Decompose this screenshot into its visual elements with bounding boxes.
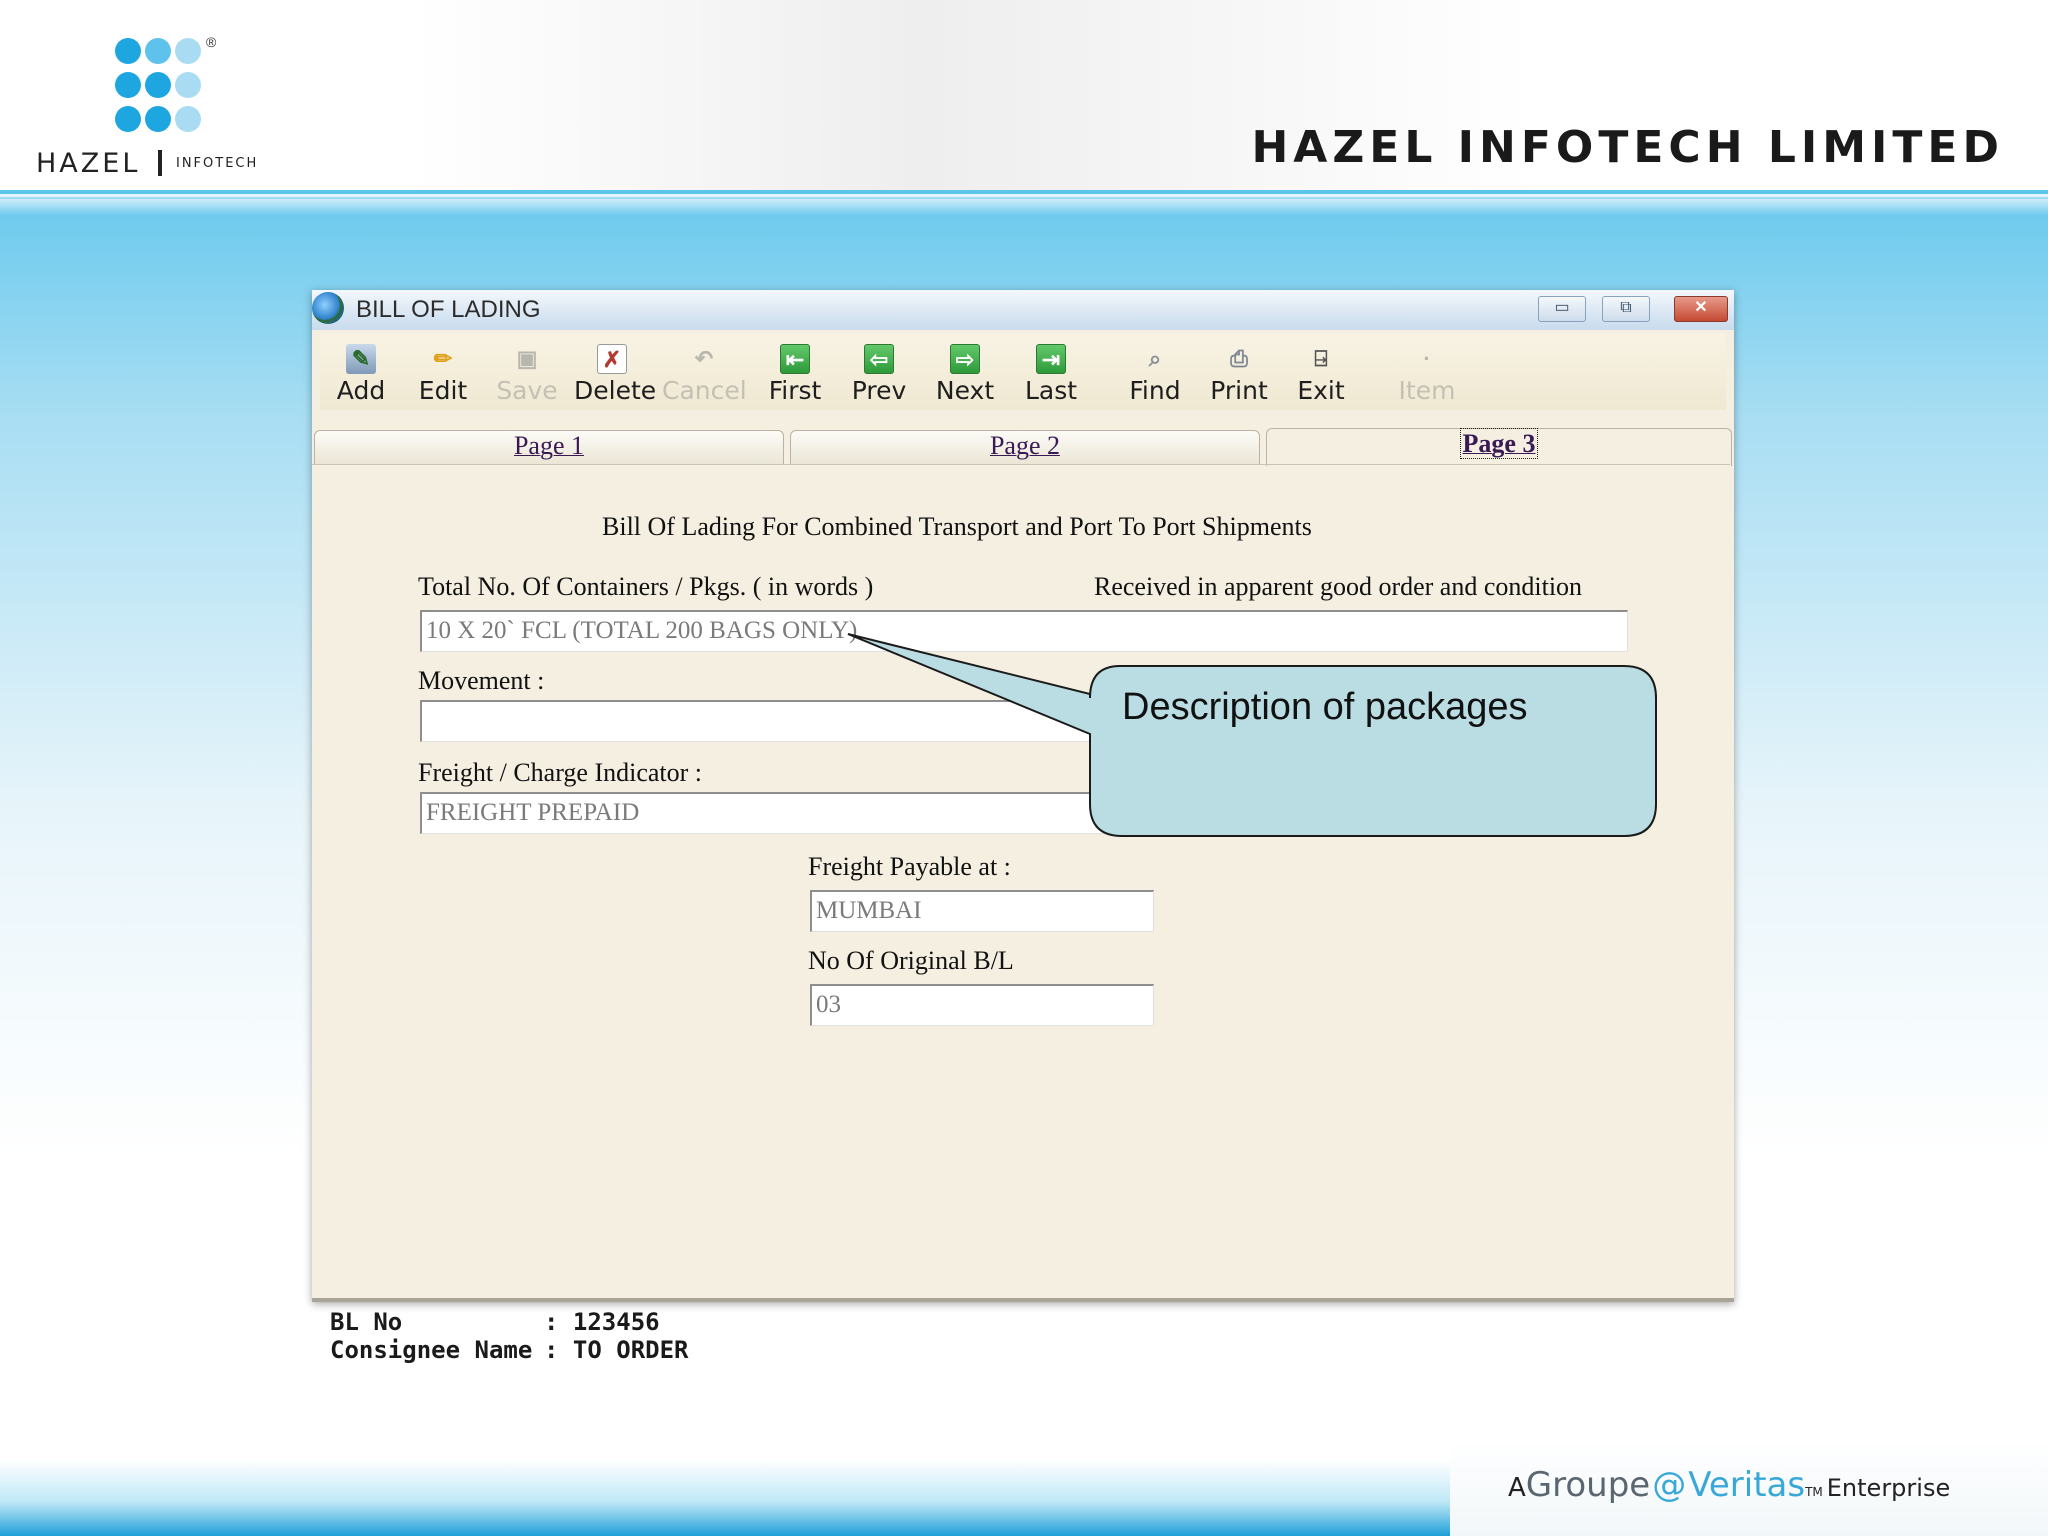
pencil-icon: ✏ bbox=[433, 346, 453, 371]
veritas-swirl-icon: @ bbox=[1652, 1465, 1687, 1505]
status-colon: : bbox=[544, 1308, 573, 1336]
minimize-button[interactable]: ▭ bbox=[1538, 296, 1586, 322]
containers-field[interactable]: 10 X 20` FCL (TOTAL 200 BAGS ONLY) bbox=[420, 610, 1628, 652]
logo-text: HAZEL bbox=[36, 148, 141, 179]
arrow-left-icon: ⇦ bbox=[864, 344, 894, 374]
save-button[interactable]: ▣ Save bbox=[496, 334, 558, 410]
company-name: HAZEL INFOTECH LIMITED bbox=[1251, 122, 2004, 173]
tab-page-2-label: Page 2 bbox=[989, 431, 1061, 460]
form-title: Bill Of Lading For Combined Transport an… bbox=[602, 512, 1312, 541]
bl-no-value: 123456 bbox=[572, 1308, 660, 1336]
exit-button[interactable]: ⍈ Exit bbox=[1290, 334, 1352, 410]
window-title: BILL OF LADING bbox=[356, 296, 541, 323]
exit-label: Exit bbox=[1297, 376, 1345, 405]
page-tabs: Page 1 Page 2 Page 3 bbox=[314, 428, 1732, 466]
original-bl-field[interactable]: 03 bbox=[810, 984, 1154, 1026]
original-bl-label: No Of Original B/L bbox=[808, 946, 1014, 975]
prev-label: Prev bbox=[851, 376, 907, 405]
find-icon: ⌕ bbox=[1148, 346, 1162, 371]
received-label: Received in apparent good order and cond… bbox=[1094, 572, 1583, 601]
groupe-veritas-logo: A Groupe @ Veritas TM Enterprise bbox=[1508, 1465, 1950, 1515]
bl-no-label: BL No bbox=[330, 1308, 403, 1336]
header-divider bbox=[0, 190, 2048, 194]
record-status: BL No: 123456 Consignee Name: TO ORDER bbox=[330, 1308, 689, 1364]
item-button[interactable]: · Item bbox=[1396, 334, 1458, 410]
tab-page-1[interactable]: Page 1 bbox=[314, 430, 784, 464]
delete-button[interactable]: ✗ Delete bbox=[574, 334, 657, 410]
window-titlebar[interactable]: BILL OF LADING ▭ ⧉ ✕ bbox=[312, 290, 1734, 330]
callout-text: Description of packages bbox=[1122, 686, 1528, 728]
tab-page-3-label: Page 3 bbox=[1459, 428, 1539, 459]
undo-icon: ↶ bbox=[694, 346, 714, 371]
arrow-last-icon: ⇥ bbox=[1036, 344, 1066, 374]
save-label: Save bbox=[496, 376, 558, 405]
registered-mark: ® bbox=[206, 34, 217, 50]
tab-page-2[interactable]: Page 2 bbox=[790, 430, 1260, 464]
bill-of-lading-window: BILL OF LADING ▭ ⧉ ✕ ✎ Add ✏ Edit ▣ Save… bbox=[312, 290, 1734, 1302]
edit-button[interactable]: ✏ Edit bbox=[412, 334, 474, 410]
consignee-label: Consignee Name bbox=[330, 1336, 533, 1364]
footer-enterprise: Enterprise bbox=[1826, 1474, 1951, 1502]
freight-payable-field[interactable]: MUMBAI bbox=[810, 890, 1154, 932]
arrow-first-icon: ⇤ bbox=[780, 344, 810, 374]
consignee-value: TO ORDER bbox=[572, 1336, 689, 1364]
print-label: Print bbox=[1210, 376, 1268, 405]
globe-icon bbox=[312, 292, 344, 324]
first-label: First bbox=[768, 376, 822, 405]
add-button[interactable]: ✎ Add bbox=[330, 334, 392, 410]
save-icon: ▣ bbox=[516, 346, 538, 371]
print-button[interactable]: ⎙ Print bbox=[1208, 334, 1270, 410]
tab-divider bbox=[312, 464, 1730, 465]
freight-indicator-field[interactable]: FREIGHT PREPAID bbox=[420, 792, 1628, 834]
add-label: Add bbox=[336, 376, 386, 405]
footer-groupe: Groupe bbox=[1525, 1465, 1651, 1505]
item-label: Item bbox=[1398, 376, 1456, 405]
tab-page-1-label: Page 1 bbox=[513, 431, 585, 460]
footer-veritas: Veritas bbox=[1688, 1465, 1806, 1505]
find-label: Find bbox=[1129, 376, 1181, 405]
last-button[interactable]: ⇥ Last bbox=[1020, 334, 1082, 410]
containers-label: Total No. Of Containers / Pkgs. ( in wor… bbox=[418, 572, 874, 601]
hazel-logo-icon bbox=[115, 38, 207, 138]
add-icon: ✎ bbox=[346, 344, 376, 374]
next-label: Next bbox=[935, 376, 995, 405]
logo-subtext: INFOTECH bbox=[176, 156, 259, 171]
status-colon: : bbox=[544, 1336, 573, 1364]
close-button[interactable]: ✕ bbox=[1674, 296, 1728, 322]
delete-icon: ✗ bbox=[597, 344, 627, 374]
last-label: Last bbox=[1024, 376, 1078, 405]
window-bottom-edge bbox=[312, 1298, 1734, 1302]
freight-payable-label: Freight Payable at : bbox=[808, 852, 1011, 881]
restore-button[interactable]: ⧉ bbox=[1602, 296, 1650, 322]
find-button[interactable]: ⌕ Find bbox=[1124, 334, 1186, 410]
cancel-button[interactable]: ↶ Cancel bbox=[662, 334, 747, 410]
cancel-label: Cancel bbox=[662, 376, 747, 405]
prev-button[interactable]: ⇦ Prev bbox=[848, 334, 910, 410]
delete-label: Delete bbox=[574, 376, 657, 405]
tab-page-3[interactable]: Page 3 bbox=[1266, 428, 1732, 466]
first-button[interactable]: ⇤ First bbox=[764, 334, 826, 410]
edit-label: Edit bbox=[418, 376, 468, 405]
footer-prefix: A bbox=[1508, 1473, 1526, 1503]
movement-label: Movement : bbox=[418, 666, 545, 695]
freight-indicator-label: Freight / Charge Indicator : bbox=[418, 758, 703, 787]
logo-separator bbox=[158, 150, 162, 176]
door-exit-icon: ⍈ bbox=[1314, 346, 1328, 371]
next-button[interactable]: ⇨ Next bbox=[934, 334, 996, 410]
printer-icon: ⎙ bbox=[1230, 346, 1248, 371]
arrow-right-icon: ⇨ bbox=[950, 344, 980, 374]
toolbar: ✎ Add ✏ Edit ▣ Save ✗ Delete ↶ Cancel ⇤ … bbox=[320, 334, 1726, 410]
footer-tm: TM bbox=[1805, 1485, 1823, 1499]
item-icon: · bbox=[1423, 346, 1431, 371]
header-divider-thin bbox=[0, 197, 2048, 199]
